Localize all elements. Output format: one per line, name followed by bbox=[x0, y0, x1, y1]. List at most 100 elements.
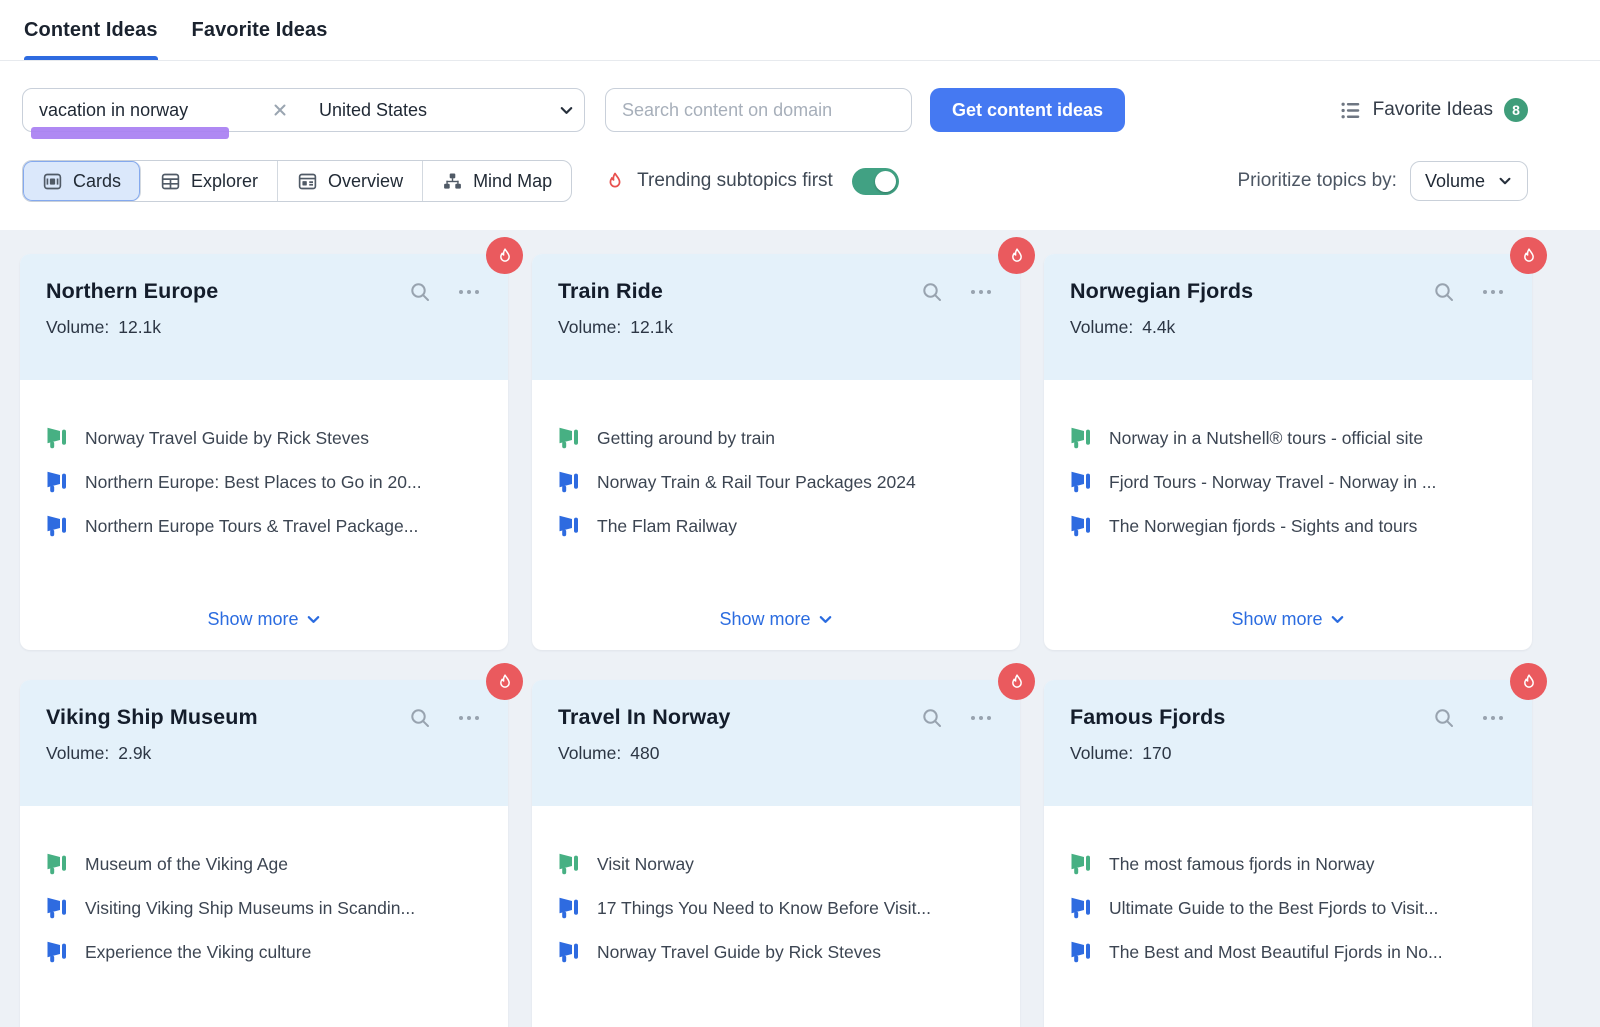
subtopic-text: Norway in a Nutshell® tours - official s… bbox=[1109, 428, 1423, 449]
tab-content-ideas[interactable]: Content Ideas bbox=[24, 0, 158, 60]
card-title: Travel In Norway bbox=[558, 705, 730, 730]
search-topic-icon[interactable] bbox=[1432, 706, 1456, 730]
subtopic-text: Getting around by train bbox=[597, 428, 775, 449]
view-tab-overview[interactable]: Overview bbox=[278, 161, 423, 201]
trending-flame-badge bbox=[998, 237, 1035, 274]
prioritize-label: Prioritize topics by: bbox=[1238, 170, 1397, 192]
favorite-ideas-link[interactable]: Favorite Ideas 8 bbox=[1339, 98, 1528, 122]
ellipsis-menu-icon[interactable] bbox=[1480, 280, 1506, 304]
search-topic-icon[interactable] bbox=[920, 706, 944, 730]
subtopic-item[interactable]: The Best and Most Beautiful Fjords in No… bbox=[1070, 940, 1506, 964]
view-tab-label: Overview bbox=[328, 171, 403, 192]
megaphone-icon bbox=[1070, 427, 1094, 449]
subtopic-text: Northern Europe: Best Places to Go in 20… bbox=[85, 472, 422, 493]
subtopic-item[interactable]: The Norwegian fjords - Sights and tours bbox=[1070, 514, 1506, 538]
trending-flame-badge bbox=[998, 663, 1035, 700]
topic-card: Famous Fjords Volume: 170 bbox=[1044, 680, 1532, 1027]
view-tab-mind-map[interactable]: Mind Map bbox=[423, 161, 571, 201]
keyword-input[interactable] bbox=[39, 100, 271, 121]
volume-value: 480 bbox=[630, 743, 659, 764]
subtopic-item[interactable]: Northern Europe Tours & Travel Package..… bbox=[46, 514, 482, 538]
ellipsis-menu-icon[interactable] bbox=[1480, 706, 1506, 730]
card-title: Train Ride bbox=[558, 279, 663, 304]
chevron-down-icon bbox=[306, 612, 321, 627]
subtopic-item[interactable]: Museum of the Viking Age bbox=[46, 852, 482, 876]
subtopic-text: Visiting Viking Ship Museums in Scandin.… bbox=[85, 898, 415, 919]
search-topic-icon[interactable] bbox=[1432, 280, 1456, 304]
show-more-label: Show more bbox=[1231, 609, 1322, 630]
card-header: Northern Europe Volume: 12 bbox=[20, 254, 508, 380]
flame-icon bbox=[604, 170, 626, 192]
subtopic-item[interactable]: 17 Things You Need to Know Before Visit.… bbox=[558, 896, 994, 920]
card-header: Norwegian Fjords Volume: 4 bbox=[1044, 254, 1532, 380]
subtopic-item[interactable]: Ultimate Guide to the Best Fjords to Vis… bbox=[1070, 896, 1506, 920]
megaphone-icon bbox=[46, 897, 70, 919]
topic-card: Norwegian Fjords Volume: 4 bbox=[1044, 254, 1532, 650]
trending-toggle[interactable] bbox=[852, 168, 899, 195]
show-more-label: Show more bbox=[719, 609, 810, 630]
ellipsis-menu-icon[interactable] bbox=[968, 706, 994, 730]
volume-value: 12.1k bbox=[118, 317, 161, 338]
chevron-down-icon bbox=[1330, 612, 1345, 627]
prioritize-select[interactable]: Volume bbox=[1410, 161, 1528, 201]
subtopic-item[interactable]: The most famous fjords in Norway bbox=[1070, 852, 1506, 876]
subtopic-item[interactable]: Fjord Tours - Norway Travel - Norway in … bbox=[1070, 470, 1506, 494]
volume-label: Volume: bbox=[46, 743, 109, 764]
subtopic-item[interactable]: The Flam Railway bbox=[558, 514, 994, 538]
topic-card: Train Ride Volume: 12.1k bbox=[532, 254, 1020, 650]
subtopic-item[interactable]: Experience the Viking culture bbox=[46, 940, 482, 964]
country-select[interactable]: United States bbox=[303, 89, 591, 131]
card-body: Norway in a Nutshell® tours - official s… bbox=[1044, 380, 1532, 650]
subtopic-text: Norway Travel Guide by Rick Steves bbox=[597, 942, 881, 963]
volume-label: Volume: bbox=[558, 743, 621, 764]
clear-keyword-icon[interactable] bbox=[271, 101, 289, 119]
search-topic-icon[interactable] bbox=[408, 706, 432, 730]
show-more-label: Show more bbox=[207, 609, 298, 630]
ellipsis-menu-icon[interactable] bbox=[456, 706, 482, 730]
ellipsis-menu-icon[interactable] bbox=[456, 280, 482, 304]
get-content-ideas-button[interactable]: Get content ideas bbox=[930, 88, 1125, 132]
show-more-button[interactable]: Show more bbox=[1229, 605, 1346, 634]
ellipsis-menu-icon[interactable] bbox=[968, 280, 994, 304]
megaphone-icon bbox=[46, 853, 70, 875]
card-title: Norwegian Fjords bbox=[1070, 279, 1253, 304]
megaphone-icon bbox=[1070, 853, 1094, 875]
subtopic-text: Northern Europe Tours & Travel Package..… bbox=[85, 516, 418, 537]
card-grid: Northern Europe Volume: 12 bbox=[20, 254, 1532, 1027]
view-tab-label: Mind Map bbox=[473, 171, 552, 192]
subtopic-text: Norway Travel Guide by Rick Steves bbox=[85, 428, 369, 449]
search-topic-icon[interactable] bbox=[920, 280, 944, 304]
card-body: Norway Travel Guide by Rick Steves North… bbox=[20, 380, 508, 650]
subtopic-item[interactable]: Norway Travel Guide by Rick Steves bbox=[46, 426, 482, 450]
card-header: Viking Ship Museum Volume: bbox=[20, 680, 508, 806]
chevron-down-icon bbox=[1497, 173, 1513, 189]
show-more-button[interactable]: Show more bbox=[717, 605, 834, 634]
megaphone-icon bbox=[558, 427, 582, 449]
view-tab-explorer[interactable]: Explorer bbox=[141, 161, 278, 201]
volume-label: Volume: bbox=[1070, 743, 1133, 764]
card-title: Northern Europe bbox=[46, 279, 218, 304]
report-icon bbox=[297, 171, 318, 192]
subtopic-item[interactable]: Norway Travel Guide by Rick Steves bbox=[558, 940, 994, 964]
megaphone-icon bbox=[1070, 515, 1094, 537]
subtopic-item[interactable]: Norway Train & Rail Tour Packages 2024 bbox=[558, 470, 994, 494]
search-topic-icon[interactable] bbox=[408, 280, 432, 304]
subtopic-text: The Best and Most Beautiful Fjords in No… bbox=[1109, 942, 1443, 963]
top-tab-bar: Content Ideas Favorite Ideas bbox=[0, 0, 1600, 61]
subtopic-item[interactable]: Getting around by train bbox=[558, 426, 994, 450]
topic-card: Viking Ship Museum Volume: bbox=[20, 680, 508, 1027]
trending-flame-badge bbox=[1510, 663, 1547, 700]
subtopic-item[interactable]: Northern Europe: Best Places to Go in 20… bbox=[46, 470, 482, 494]
subtopic-item[interactable]: Visit Norway bbox=[558, 852, 994, 876]
domain-search-input[interactable] bbox=[605, 88, 912, 132]
subtopic-text: 17 Things You Need to Know Before Visit.… bbox=[597, 898, 931, 919]
view-tab-cards[interactable]: Cards bbox=[23, 161, 141, 201]
tab-favorite-ideas[interactable]: Favorite Ideas bbox=[192, 0, 328, 60]
subtopic-list: Norway in a Nutshell® tours - official s… bbox=[1070, 426, 1506, 558]
subtopic-list: The most famous fjords in Norway Ultimat… bbox=[1070, 852, 1506, 984]
subtopic-item[interactable]: Norway in a Nutshell® tours - official s… bbox=[1070, 426, 1506, 450]
megaphone-icon bbox=[46, 471, 70, 493]
toggle-knob bbox=[875, 171, 896, 192]
show-more-button[interactable]: Show more bbox=[205, 605, 322, 634]
subtopic-item[interactable]: Visiting Viking Ship Museums in Scandin.… bbox=[46, 896, 482, 920]
